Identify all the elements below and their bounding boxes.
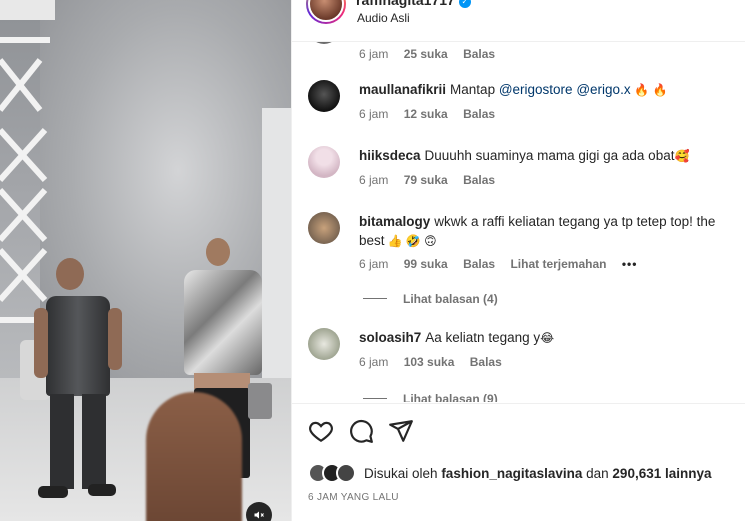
- comment-likes[interactable]: 12 suka: [404, 107, 448, 121]
- comment-meta: 6 jam 79 suka Balas: [359, 173, 507, 187]
- translate-link[interactable]: Lihat terjemahan: [510, 257, 606, 271]
- post-header: raffinagita1717 ✓ Audio Asli: [292, 0, 745, 42]
- comment-likes[interactable]: 103 suka: [404, 355, 455, 369]
- commenter-avatar[interactable]: [308, 212, 340, 244]
- speaker-muted-icon[interactable]: [246, 502, 272, 521]
- comment-meta: 6 jam 103 suka Balas: [359, 355, 514, 369]
- comment-meta: 6 jam 12 suka Balas: [359, 107, 507, 121]
- comment-time[interactable]: 6 jam: [359, 173, 388, 187]
- comment-time[interactable]: 6 jam: [359, 47, 388, 61]
- comment-likes[interactable]: 99 suka: [404, 257, 448, 271]
- commenter-avatar[interactable]: [308, 80, 340, 112]
- liker-avatar: [336, 463, 356, 483]
- divider-line: [363, 398, 387, 399]
- comments-list[interactable]: 6 jam 25 suka Balas maullanafikrii Mantap…: [292, 42, 745, 402]
- commenter-avatar[interactable]: [308, 146, 340, 178]
- commenter-username[interactable]: hiiksdeca: [359, 148, 421, 163]
- post-media[interactable]: [0, 0, 291, 521]
- post-details-panel: raffinagita1717 ✓ Audio Asli 6 jam 25 suk…: [291, 0, 745, 521]
- verified-badge-icon: ✓: [458, 0, 471, 8]
- likes-summary[interactable]: Disukai oleh fashion_nagitaslavina dan 2…: [308, 461, 712, 485]
- reply-button[interactable]: Balas: [470, 355, 502, 369]
- comment-text: hiiksdeca Duuuhh suaminya mama gigi ga ad…: [359, 148, 690, 163]
- mention-link[interactable]: @erigostore: [499, 82, 573, 97]
- liker-username[interactable]: fashion_nagitaslavina: [441, 466, 582, 481]
- author-avatar[interactable]: [306, 0, 346, 24]
- view-replies-button[interactable]: Lihat balasan (4): [363, 292, 498, 306]
- comment-time[interactable]: 6 jam: [359, 355, 388, 369]
- comment-icon[interactable]: [348, 418, 374, 444]
- heart-icon[interactable]: [308, 418, 334, 444]
- comment-text: maullanafikrii Mantap @erigostore @erigo.…: [359, 82, 668, 97]
- mention-link[interactable]: @erigo.x: [576, 82, 630, 97]
- likes-count[interactable]: 290,631 lainnya: [612, 466, 711, 481]
- divider-line: [363, 298, 387, 299]
- comment-likes[interactable]: 79 suka: [404, 173, 448, 187]
- comment-time[interactable]: 6 jam: [359, 107, 388, 121]
- comment-meta: 6 jam 99 suka Balas Lihat terjemahan •••: [359, 257, 649, 271]
- reply-button[interactable]: Balas: [463, 107, 495, 121]
- more-options-icon[interactable]: •••: [622, 257, 638, 271]
- post-actions: Disukai oleh fashion_nagitaslavina dan 2…: [292, 403, 745, 521]
- likes-text: Disukai oleh fashion_nagitaslavina dan 2…: [364, 465, 712, 481]
- commenter-username[interactable]: bitamalogy: [359, 214, 430, 229]
- audience-head: [146, 392, 242, 521]
- author-username[interactable]: raffinagita1717 ✓: [356, 0, 471, 8]
- paper-plane-icon[interactable]: [388, 418, 414, 444]
- commenter-username[interactable]: soloasih7: [359, 330, 421, 345]
- view-replies-button[interactable]: Lihat balasan (9): [363, 392, 498, 402]
- male-model: [34, 258, 124, 503]
- comment-time[interactable]: 6 jam: [359, 257, 388, 271]
- commenter-avatar[interactable]: [308, 42, 340, 44]
- audio-link[interactable]: Audio Asli: [357, 11, 410, 25]
- reply-button[interactable]: Balas: [463, 257, 495, 271]
- reply-button[interactable]: Balas: [463, 47, 495, 61]
- comment-meta: 6 jam 25 suka Balas: [359, 47, 507, 61]
- commenter-username[interactable]: maullanafikrii: [359, 82, 446, 97]
- comment-text: soloasih7 Aa keliatn tegang y😂: [359, 330, 555, 345]
- reply-button[interactable]: Balas: [463, 173, 495, 187]
- comment-text: bitamalogy wkwk a raffi keliatan tegang y…: [359, 214, 716, 248]
- commenter-avatar[interactable]: [308, 328, 340, 360]
- comment-likes[interactable]: 25 suka: [404, 47, 448, 61]
- post-timestamp: 6 JAM YANG LALU: [308, 492, 399, 503]
